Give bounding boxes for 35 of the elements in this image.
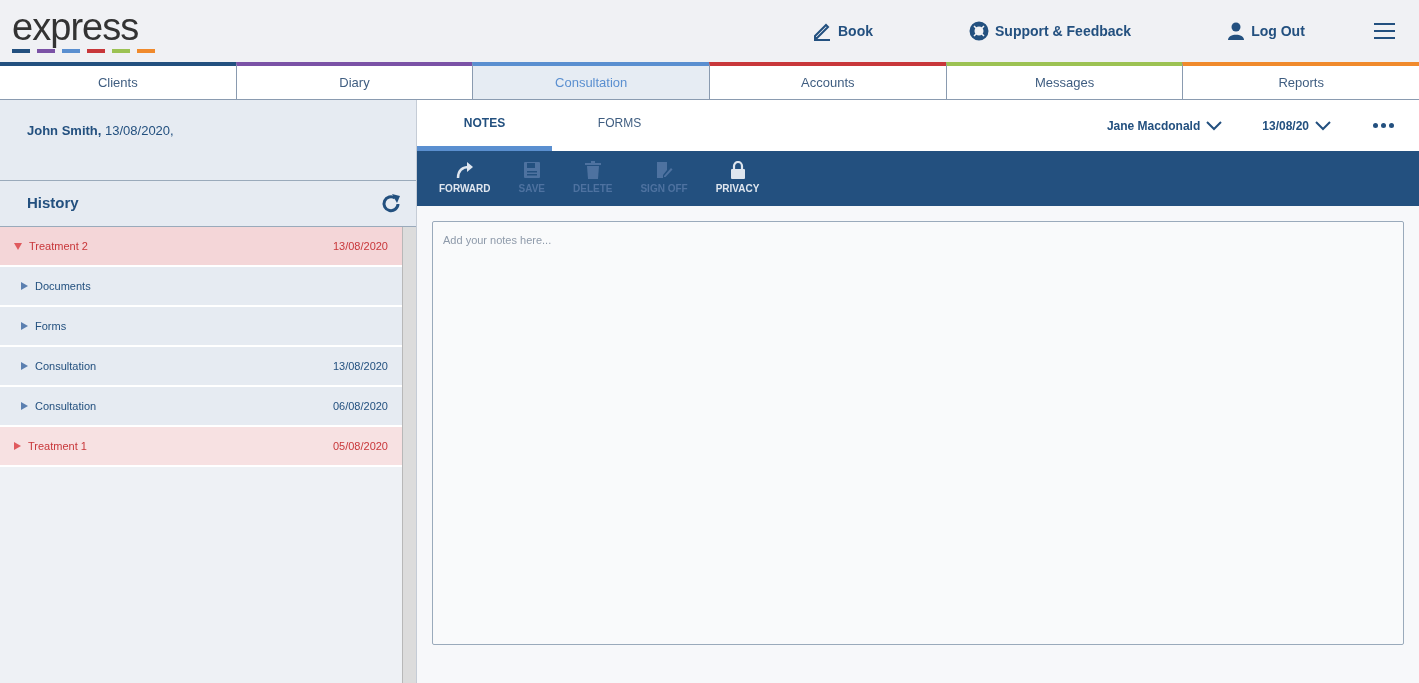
history-title: History bbox=[27, 193, 80, 214]
scrollbar[interactable] bbox=[402, 227, 416, 683]
pencil-icon bbox=[812, 21, 832, 41]
history-item[interactable]: Consultation 06/08/2020 bbox=[0, 387, 402, 427]
nav-tab[interactable]: Accounts bbox=[709, 62, 946, 99]
history-item[interactable]: Treatment 2 13/08/2020 bbox=[0, 227, 402, 267]
patient-summary: John Smith, 13/08/2020, bbox=[0, 100, 416, 181]
forward-arrow-icon bbox=[454, 161, 475, 179]
header-link[interactable]: Book bbox=[812, 20, 873, 42]
toolbar-button[interactable]: PRIVACY bbox=[715, 161, 760, 196]
nav-tab[interactable]: Reports bbox=[1182, 62, 1419, 99]
nav-tab[interactable]: Messages bbox=[945, 62, 1183, 99]
padlock-icon bbox=[728, 161, 747, 179]
toolbar-button[interactable]: FORWARD bbox=[439, 161, 491, 196]
user-icon bbox=[1227, 21, 1246, 41]
chevron-down-icon bbox=[1206, 120, 1223, 131]
history-item[interactable]: Forms bbox=[0, 307, 402, 347]
nav-tab[interactable]: Diary bbox=[235, 62, 473, 99]
history-item[interactable]: Treatment 1 05/08/2020 bbox=[0, 427, 402, 467]
header-link[interactable]: Support & Feedback bbox=[969, 20, 1132, 42]
header-link[interactable]: Log Out bbox=[1227, 20, 1305, 42]
chevron-down-icon bbox=[1315, 120, 1331, 131]
notes-field[interactable]: Add your notes here... bbox=[432, 221, 1404, 645]
history-item[interactable]: Documents bbox=[0, 267, 402, 307]
dropdown[interactable]: Jane Macdonald bbox=[1106, 100, 1223, 151]
content-tab[interactable]: FORMS bbox=[552, 100, 687, 151]
dropdown[interactable]: 13/08/20 bbox=[1262, 100, 1331, 151]
lifebuoy-icon bbox=[969, 21, 989, 41]
logo-stripes-icon bbox=[12, 49, 155, 53]
refresh-icon[interactable] bbox=[380, 192, 402, 215]
menu-icon[interactable] bbox=[1374, 23, 1395, 39]
document-pen-icon bbox=[655, 161, 674, 179]
history-item[interactable]: Consultation 13/08/2020 bbox=[0, 347, 402, 387]
more-icon[interactable] bbox=[1373, 123, 1394, 128]
trash-icon bbox=[583, 161, 602, 179]
